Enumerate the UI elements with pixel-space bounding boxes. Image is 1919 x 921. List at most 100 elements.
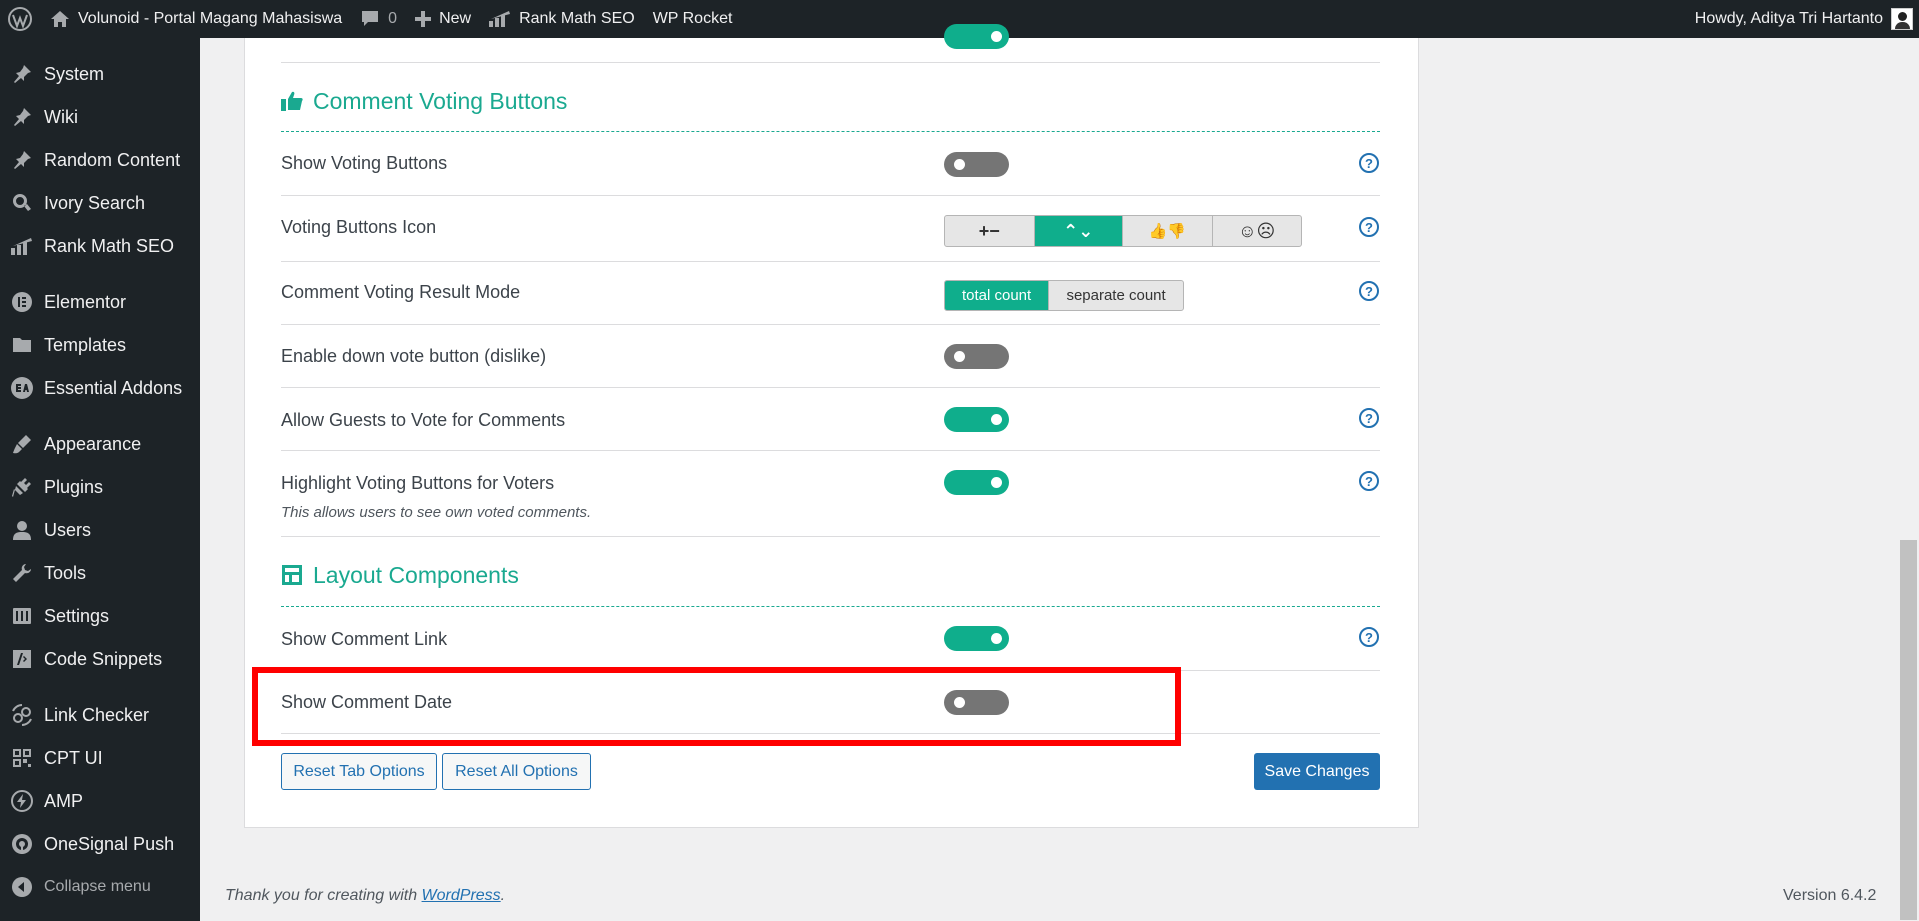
sidebar-item-label: AMP [44, 790, 84, 811]
show-voting-toggle[interactable] [944, 152, 1009, 177]
sidebar-item-plugins[interactable]: Plugins [0, 467, 200, 507]
search-icon [0, 193, 44, 213]
result-mode-selector[interactable]: total count separate count [944, 280, 1184, 311]
section-title-text: Layout Components [313, 561, 519, 588]
sidebar-item-label: Plugins [44, 476, 104, 497]
sidebar-item-link-checker[interactable]: Link Checker [0, 695, 200, 735]
rankmath-link[interactable]: Rank Math SEO [480, 0, 644, 38]
sidebar-item-label: Code Snippets [44, 648, 163, 669]
sidebar-item-label: Users [44, 519, 92, 540]
sidebar-item-label: CPT UI [44, 747, 103, 768]
sidebar-item-label: Elementor [44, 291, 127, 312]
sidebar-item-templates[interactable]: Templates [0, 325, 200, 365]
icon-option-plus-minus[interactable]: +− [945, 216, 1035, 246]
voting-icon-selector[interactable]: +− ⌃⌄ 👍👎 ☺☹ [944, 215, 1302, 247]
setting-row-down-vote: Enable down vote button (dislike) [281, 325, 1380, 388]
new-content-link[interactable]: New [406, 0, 480, 38]
collapse-arrow-icon [0, 877, 44, 897]
sidebar-item-users[interactable]: Users [0, 510, 200, 550]
section-title-layout: Layout Components [281, 560, 1380, 590]
avatar [1891, 8, 1913, 30]
sidebar-item-wiki[interactable]: Wiki [0, 97, 200, 137]
sidebar-item-label: Tools [44, 562, 87, 583]
highlight-toggle[interactable] [944, 470, 1009, 495]
scrollbar-thumb[interactable] [1900, 540, 1917, 920]
comments-count: 0 [388, 10, 398, 27]
comment-link-toggle[interactable] [944, 626, 1009, 651]
wrench-icon [0, 563, 44, 583]
sidebar-item-essential-addons[interactable]: Essential Addons [0, 368, 200, 408]
down-vote-toggle[interactable] [944, 344, 1009, 369]
sidebar-item-system[interactable]: System [0, 54, 200, 94]
setting-label: Enable down vote button (dislike) [281, 346, 547, 366]
my-account[interactable]: Howdy, Aditya Tri Hartanto [1695, 0, 1919, 38]
plus-icon [415, 11, 432, 27]
help-icon[interactable]: ? [1359, 408, 1379, 428]
sidebar-item-onesignal-push[interactable]: OneSignal Push [0, 824, 200, 864]
signal-icon [0, 833, 44, 855]
sidebar-item-label: Templates [44, 334, 127, 355]
section-title-text: Comment Voting Buttons [313, 87, 568, 114]
help-icon[interactable]: ? [1359, 153, 1379, 173]
code-icon [0, 649, 44, 669]
setting-label: Comment Voting Result Mode [281, 282, 521, 302]
sidebar-item-elementor[interactable]: Elementor [0, 282, 200, 322]
layout-icon [281, 564, 313, 586]
help-icon[interactable]: ? [1359, 281, 1379, 301]
sidebar-item-appearance[interactable]: Appearance [0, 424, 200, 464]
thumbs-up-icon [281, 91, 313, 111]
chart-icon [0, 237, 44, 255]
settings-icon [0, 606, 44, 626]
setting-row-comment-link: Show Comment Link [281, 607, 1380, 671]
sidebar-item-rank-math-seo[interactable]: Rank Math SEO [0, 226, 200, 266]
icon-option-chevrons[interactable]: ⌃⌄ [1034, 216, 1123, 246]
setting-label: Allow Guests to Vote for Comments [281, 410, 566, 430]
save-changes-button[interactable]: Save Changes [1254, 753, 1380, 790]
sidebar-item-cpt-ui[interactable]: CPT UI [0, 738, 200, 778]
setting-label: Voting Buttons Icon [281, 217, 437, 237]
ea-icon [0, 377, 44, 399]
sidebar-item-tools[interactable]: Tools [0, 553, 200, 593]
home-icon [50, 10, 70, 28]
sidebar-item-amp[interactable]: AMP [0, 781, 200, 821]
reset-tab-button[interactable]: Reset Tab Options [281, 753, 437, 790]
result-option-separate[interactable]: separate count [1049, 281, 1183, 310]
setting-row-guests-vote: Allow Guests to Vote for Comments [281, 388, 1380, 451]
sidebar-item-label: OneSignal Push [44, 833, 175, 854]
rankmath-label: Rank Math SEO [519, 10, 635, 27]
reset-all-button[interactable]: Reset All Options [442, 753, 591, 790]
sidebar-item-label: Link Checker [44, 704, 150, 725]
sidebar-item-label: Wiki [44, 106, 78, 127]
wordpress-logo-icon[interactable] [0, 0, 41, 38]
sidebar-item-settings[interactable]: Settings [0, 596, 200, 636]
guests-vote-toggle[interactable] [944, 407, 1009, 432]
folder-icon [0, 336, 44, 354]
sidebar-item-ivory-search[interactable]: Ivory Search [0, 183, 200, 223]
pin-icon [0, 150, 44, 170]
site-name-link[interactable]: Volunoid - Portal Magang Mahasiswa [41, 0, 351, 38]
collapse-menu-button[interactable]: Collapse menu [0, 867, 200, 907]
pin-icon [0, 107, 44, 127]
result-option-total[interactable]: total count [945, 281, 1050, 310]
user-icon [0, 520, 44, 540]
sidebar-item-label: Ivory Search [44, 192, 146, 213]
wordpress-link[interactable]: WordPress [422, 887, 501, 904]
icon-option-smileys[interactable]: ☺☹ [1213, 216, 1302, 246]
setting-row-highlight: Highlight Voting Buttons for Voters This… [281, 451, 1380, 537]
sidebar-item-label: System [44, 63, 105, 84]
help-icon[interactable]: ? [1359, 217, 1379, 237]
help-icon[interactable]: ? [1359, 471, 1379, 491]
section-title-voting: Comment Voting Buttons [281, 86, 1380, 116]
new-label: New [439, 10, 472, 27]
wprocket-link[interactable]: WP Rocket [644, 0, 742, 38]
howdy-text: Howdy, Aditya Tri Hartanto [1694, 10, 1883, 27]
sidebar-item-random-content[interactable]: Random Content [0, 140, 200, 180]
icon-option-thumbs[interactable]: 👍👎 [1123, 216, 1213, 246]
partial-toggle[interactable] [944, 24, 1009, 49]
setting-label: Show Comment Link [281, 629, 448, 649]
help-icon[interactable]: ? [1359, 627, 1379, 647]
elementor-icon [0, 292, 44, 312]
sidebar-item-code-snippets[interactable]: Code Snippets [0, 639, 200, 679]
comments-link[interactable]: 0 [351, 0, 406, 38]
site-name: Volunoid - Portal Magang Mahasiswa [78, 10, 343, 27]
